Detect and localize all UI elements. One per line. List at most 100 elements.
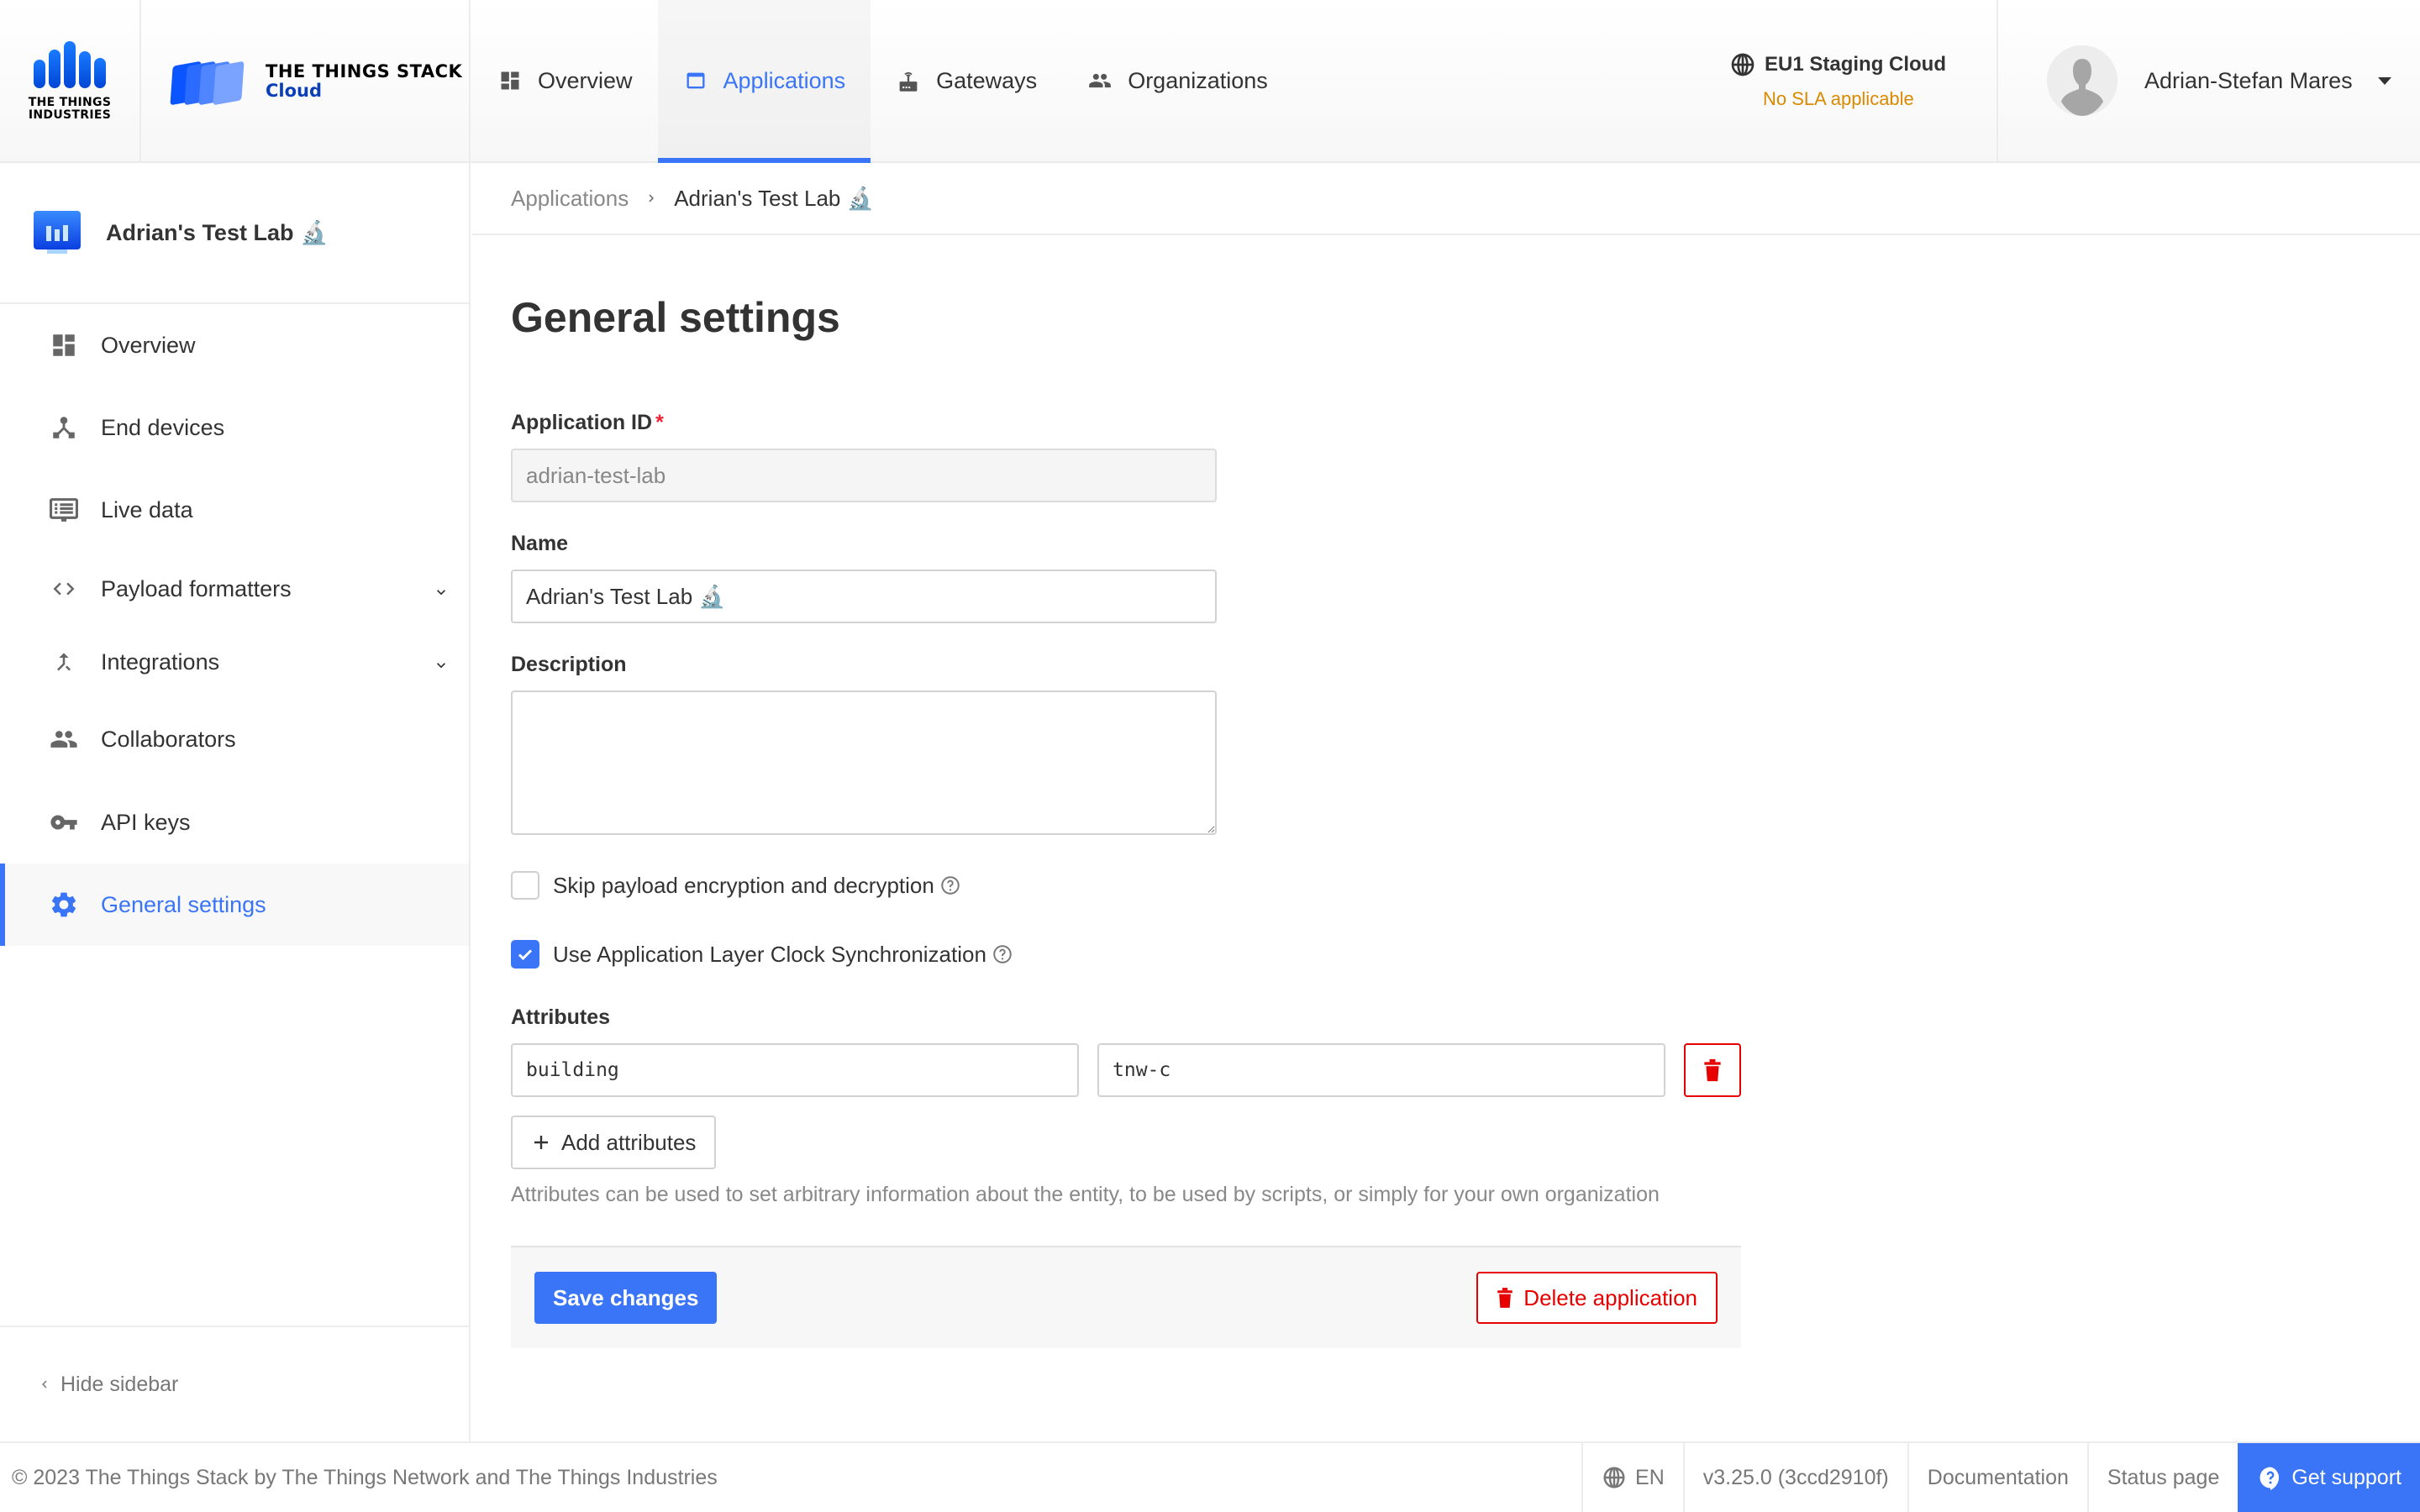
things-industries-logo-icon bbox=[34, 39, 106, 88]
topnav-applications[interactable]: Applications bbox=[657, 0, 871, 163]
sidebar-item-general-settings[interactable]: General settings bbox=[0, 864, 469, 946]
footer: © 2023 The Things Stack by The Things Ne… bbox=[0, 1441, 2420, 1512]
language-selector[interactable]: EN bbox=[1581, 1443, 1683, 1512]
copyright-text: © 2023 The Things Stack by The Things Ne… bbox=[12, 1465, 718, 1489]
sidebar-item-label: Collaborators bbox=[101, 726, 236, 752]
things-industries-logo-text: THE THINGS INDUSTRIES bbox=[28, 96, 112, 122]
things-stack-logo[interactable]: THE THINGS STACK Cloud bbox=[143, 0, 471, 161]
topnav-overview[interactable]: Overview bbox=[472, 0, 658, 161]
attributes-label: Attributes bbox=[511, 1005, 611, 1029]
skip-encryption-label[interactable]: Skip payload encryption and decryption bbox=[553, 873, 934, 899]
help-circle-icon[interactable] bbox=[939, 874, 961, 896]
delete-application-button[interactable]: Delete application bbox=[1476, 1272, 1718, 1324]
sidebar-item-payload-formatters[interactable]: Payload formatters bbox=[0, 551, 469, 627]
chevron-down-icon[interactable] bbox=[432, 580, 450, 606]
things-stack-logo-icon bbox=[170, 59, 249, 106]
topnav-organizations-label: Organizations bbox=[1128, 67, 1268, 93]
chevron-right-icon bbox=[644, 189, 659, 207]
sidebar-item-overview[interactable]: Overview bbox=[0, 304, 469, 386]
version-link[interactable]: v3.25.0 (3ccd2910f) bbox=[1682, 1443, 1907, 1512]
sidebar-item-label: General settings bbox=[101, 891, 266, 917]
topnav-gateways-label: Gateways bbox=[936, 67, 1038, 93]
add-attributes-button[interactable]: Add attributes bbox=[511, 1116, 717, 1169]
save-changes-button[interactable]: Save changes bbox=[534, 1272, 718, 1324]
breadcrumb-applications-link[interactable]: Applications bbox=[511, 186, 629, 212]
device-hub-icon bbox=[47, 411, 81, 444]
caret-down-icon[interactable] bbox=[2377, 76, 2391, 85]
status-page-link[interactable]: Status page bbox=[2086, 1443, 2238, 1512]
page-title: General settings bbox=[511, 294, 840, 341]
clock-sync-row: Use Application Layer Clock Synchronizat… bbox=[511, 939, 1741, 969]
attribute-value-field[interactable] bbox=[1097, 1043, 1665, 1097]
sidebar-item-api-keys[interactable]: API keys bbox=[0, 781, 469, 864]
application-title: Adrian's Test Lab 🔬 bbox=[106, 220, 329, 245]
hide-sidebar-label: Hide sidebar bbox=[60, 1372, 179, 1396]
delete-application-label: Delete application bbox=[1523, 1284, 1697, 1310]
form-actions: Save changes Delete application bbox=[511, 1246, 1741, 1348]
name-field[interactable] bbox=[511, 570, 1217, 623]
clock-sync-checkbox[interactable] bbox=[511, 940, 539, 969]
key-icon bbox=[47, 806, 81, 839]
plus-icon bbox=[531, 1132, 551, 1152]
globe-icon bbox=[1729, 51, 1756, 78]
attributes-hint: Attributes can be used to set arbitrary … bbox=[511, 1183, 1660, 1206]
sidebar-item-label: API keys bbox=[101, 809, 191, 835]
sidebar-item-label: Live data bbox=[101, 496, 193, 522]
get-support-button[interactable]: Get support bbox=[2238, 1443, 2420, 1512]
application-monitor-icon bbox=[34, 211, 81, 255]
things-stack-subtitle: Cloud bbox=[266, 81, 323, 101]
description-label: Description bbox=[511, 653, 627, 676]
topnav-organizations[interactable]: Organizations bbox=[1062, 0, 1293, 161]
name-label: Name bbox=[511, 532, 569, 555]
get-support-label: Get support bbox=[2291, 1465, 2402, 1489]
sidebar-item-label: Overview bbox=[101, 332, 196, 358]
top-navigation: Overview Applications Gateways Organizat… bbox=[472, 0, 1293, 163]
hide-sidebar-button[interactable]: Hide sidebar bbox=[0, 1326, 469, 1441]
sidebar-item-label: End devices bbox=[101, 414, 225, 440]
things-industries-logo[interactable]: THE THINGS INDUSTRIES bbox=[0, 0, 141, 161]
documentation-link[interactable]: Documentation bbox=[1907, 1443, 2087, 1512]
sidebar-item-live-data[interactable]: Live data bbox=[0, 469, 469, 551]
sidebar-nav: Overview End devices Live data Payload f… bbox=[0, 304, 469, 946]
sidebar-item-integrations[interactable]: Integrations bbox=[0, 627, 469, 697]
help-circle-icon[interactable] bbox=[992, 943, 1013, 965]
cluster-name: EU1 Staging Cloud bbox=[1765, 53, 1946, 76]
chevron-down-icon[interactable] bbox=[432, 654, 450, 680]
people-icon bbox=[47, 722, 81, 756]
sla-status: No SLA applicable bbox=[1763, 88, 1914, 109]
user-menu[interactable]: Adrian-Stefan Mares bbox=[2000, 0, 2420, 161]
user-name: Adrian-Stefan Mares bbox=[2144, 67, 2353, 93]
application-id-label-text: Application ID bbox=[511, 411, 653, 434]
gateway-router-icon bbox=[896, 68, 921, 93]
required-marker: * bbox=[655, 411, 664, 434]
breadcrumb-current: Adrian's Test Lab 🔬 bbox=[674, 185, 874, 211]
sidebar-item-end-devices[interactable]: End devices bbox=[0, 386, 469, 469]
language-label: EN bbox=[1635, 1465, 1665, 1489]
code-icon bbox=[47, 572, 81, 606]
topnav-overview-label: Overview bbox=[538, 67, 633, 93]
sidebar-item-collaborators[interactable]: Collaborators bbox=[0, 697, 469, 781]
avatar bbox=[2047, 45, 2118, 116]
clock-sync-label[interactable]: Use Application Layer Clock Synchronizat… bbox=[553, 942, 986, 968]
breadcrumb: Applications Adrian's Test Lab 🔬 bbox=[472, 163, 2420, 235]
delete-attribute-button[interactable] bbox=[1684, 1043, 1741, 1097]
globe-icon bbox=[1602, 1465, 1627, 1490]
live-data-monitor-icon bbox=[47, 493, 81, 527]
application-window-icon bbox=[683, 68, 708, 93]
description-field[interactable] bbox=[511, 690, 1217, 835]
things-stack-title: THE THINGS STACK bbox=[266, 61, 463, 81]
topnav-gateways[interactable]: Gateways bbox=[871, 0, 1062, 161]
skip-encryption-checkbox[interactable] bbox=[511, 871, 539, 900]
trash-icon bbox=[1497, 1287, 1513, 1309]
sidebar-header: Adrian's Test Lab 🔬 bbox=[0, 163, 469, 304]
attribute-row bbox=[511, 1043, 1741, 1097]
add-attributes-label: Add attributes bbox=[561, 1129, 697, 1155]
attribute-key-field[interactable] bbox=[511, 1043, 1079, 1097]
chevron-left-icon bbox=[37, 1375, 52, 1394]
dashboard-icon bbox=[47, 328, 81, 362]
top-header: THE THINGS INDUSTRIES THE THINGS STACK C… bbox=[0, 0, 2420, 163]
sidebar: Adrian's Test Lab 🔬 Overview End devices… bbox=[0, 163, 471, 1441]
dashboard-icon bbox=[497, 68, 523, 93]
trash-icon bbox=[1704, 1058, 1721, 1082]
people-icon bbox=[1087, 68, 1113, 93]
